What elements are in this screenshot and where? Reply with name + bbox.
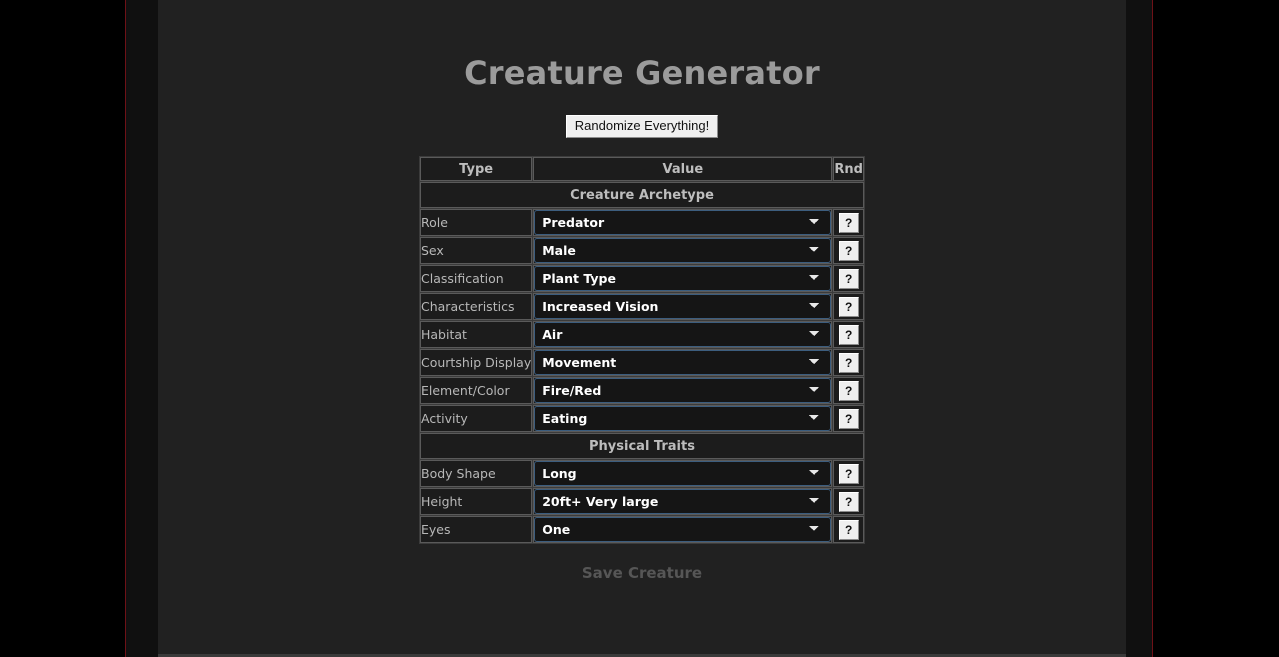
trait-randomize-cell: ? bbox=[833, 209, 864, 237]
section-title: Creature Archetype bbox=[420, 182, 864, 209]
right-gutter-band bbox=[1126, 0, 1152, 657]
trait-select-sex[interactable]: Male bbox=[534, 238, 832, 264]
trait-randomize-cell: ? bbox=[833, 377, 864, 405]
trait-label: Classification bbox=[420, 265, 533, 293]
page-title: Creature Generator bbox=[464, 54, 820, 92]
column-header-rnd: Rnd bbox=[833, 157, 864, 182]
trait-randomize-cell: ? bbox=[833, 237, 864, 265]
trait-value-cell: Increased Vision bbox=[533, 293, 833, 321]
trait-select-habitat[interactable]: Air bbox=[534, 322, 832, 348]
trait-randomize-cell: ? bbox=[833, 405, 864, 433]
trait-value-cell: Male bbox=[533, 237, 833, 265]
trait-select-eyes[interactable]: One bbox=[534, 517, 832, 543]
viewport: Creature Generator Randomize Everything!… bbox=[0, 0, 1279, 657]
trait-label: Courtship Display bbox=[420, 349, 533, 377]
randomize-everything-button[interactable]: Randomize Everything! bbox=[565, 115, 719, 139]
randomize-trait-button[interactable]: ? bbox=[838, 240, 859, 261]
trait-select-element-color[interactable]: Fire/Red bbox=[534, 378, 832, 404]
section-header-row: Physical Traits bbox=[420, 433, 864, 460]
trait-select-height[interactable]: 20ft+ Very large bbox=[534, 489, 832, 515]
trait-table-header: Type Value Rnd bbox=[420, 157, 864, 182]
trait-label: Activity bbox=[420, 405, 533, 433]
randomize-trait-button[interactable]: ? bbox=[838, 324, 859, 345]
table-row: Classification Plant Type? bbox=[420, 265, 864, 293]
trait-value-cell: Fire/Red bbox=[533, 377, 833, 405]
trait-select-body-shape[interactable]: Long bbox=[534, 461, 832, 487]
trait-select-role[interactable]: Predator bbox=[534, 210, 832, 236]
save-creature-button[interactable]: Save Creature bbox=[158, 564, 1126, 582]
section-title: Physical Traits bbox=[420, 433, 864, 460]
trait-label: Habitat bbox=[420, 321, 533, 349]
randomize-trait-button[interactable]: ? bbox=[838, 268, 859, 289]
table-row: Role Predator? bbox=[420, 209, 864, 237]
content-panel: Creature Generator Randomize Everything!… bbox=[158, 0, 1126, 657]
trait-value-cell: 20ft+ Very large bbox=[533, 488, 833, 516]
randomize-trait-button[interactable]: ? bbox=[838, 463, 859, 484]
randomize-trait-button[interactable]: ? bbox=[838, 408, 859, 429]
trait-randomize-cell: ? bbox=[833, 516, 864, 544]
trait-label: Height bbox=[420, 488, 533, 516]
trait-value-cell: Air bbox=[533, 321, 833, 349]
trait-value-cell: Long bbox=[533, 460, 833, 488]
right-accent-rule bbox=[1152, 0, 1153, 657]
trait-select-classification[interactable]: Plant Type bbox=[534, 266, 832, 292]
table-row: Courtship Display Movement? bbox=[420, 349, 864, 377]
left-gutter-band bbox=[126, 0, 158, 657]
trait-randomize-cell: ? bbox=[833, 460, 864, 488]
trait-label: Sex bbox=[420, 237, 533, 265]
trait-value-cell: Predator bbox=[533, 209, 833, 237]
trait-randomize-cell: ? bbox=[833, 349, 864, 377]
trait-randomize-cell: ? bbox=[833, 488, 864, 516]
column-header-type: Type bbox=[420, 157, 533, 182]
table-row: Height 20ft+ Very large? bbox=[420, 488, 864, 516]
randomize-button-container: Randomize Everything! bbox=[158, 115, 1126, 139]
trait-select-courtship-display[interactable]: Movement bbox=[534, 350, 832, 376]
randomize-trait-button[interactable]: ? bbox=[838, 212, 859, 233]
trait-value-cell: Movement bbox=[533, 349, 833, 377]
randomize-trait-button[interactable]: ? bbox=[838, 491, 859, 512]
table-row: Eyes One? bbox=[420, 516, 864, 544]
trait-label: Role bbox=[420, 209, 533, 237]
trait-table: Type Value Rnd Creature Archetype Role Pre… bbox=[419, 156, 865, 545]
trait-label: Body Shape bbox=[420, 460, 533, 488]
randomize-trait-button[interactable]: ? bbox=[838, 352, 859, 373]
trait-randomize-cell: ? bbox=[833, 321, 864, 349]
trait-select-characteristics[interactable]: Increased Vision bbox=[534, 294, 832, 320]
trait-randomize-cell: ? bbox=[833, 265, 864, 293]
table-row: Activity Eating? bbox=[420, 405, 864, 433]
trait-value-cell: One bbox=[533, 516, 833, 544]
trait-label: Eyes bbox=[420, 516, 533, 544]
table-row: Sex Male? bbox=[420, 237, 864, 265]
trait-select-activity[interactable]: Eating bbox=[534, 406, 832, 432]
randomize-trait-button[interactable]: ? bbox=[838, 519, 859, 540]
table-row: Habitat Air? bbox=[420, 321, 864, 349]
trait-value-cell: Eating bbox=[533, 405, 833, 433]
section-header-row: Creature Archetype bbox=[420, 182, 864, 209]
randomize-trait-button[interactable]: ? bbox=[838, 380, 859, 401]
randomize-trait-button[interactable]: ? bbox=[838, 296, 859, 317]
table-row: Characteristics Increased Vision? bbox=[420, 293, 864, 321]
column-header-value: Value bbox=[533, 157, 833, 182]
trait-label: Element/Color bbox=[420, 377, 533, 405]
trait-table-body: Creature Archetype Role Predator? Sex Male? C… bbox=[420, 182, 864, 544]
trait-table-container: Type Value Rnd Creature Archetype Role Pre… bbox=[419, 156, 865, 545]
table-row: Element/Color Fire/Red? bbox=[420, 377, 864, 405]
trait-label: Characteristics bbox=[420, 293, 533, 321]
table-row: Body Shape Long? bbox=[420, 460, 864, 488]
trait-value-cell: Plant Type bbox=[533, 265, 833, 293]
table-header-row: Type Value Rnd bbox=[420, 157, 864, 182]
trait-randomize-cell: ? bbox=[833, 293, 864, 321]
